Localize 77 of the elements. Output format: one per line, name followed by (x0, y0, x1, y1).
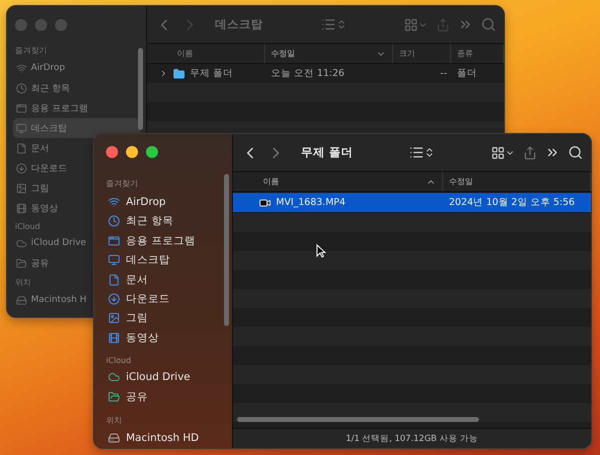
sidebar-item[interactable]: 공유 (13, 253, 52, 273)
scrollbar-thumb[interactable] (224, 174, 229, 326)
table-cell-text: -- (439, 67, 448, 81)
sidebar-item[interactable]: AirDrop (104, 192, 170, 212)
sidebar-heading: 위치 (15, 277, 31, 288)
document-icon (16, 142, 27, 154)
column-header[interactable]: 크기 (393, 44, 451, 63)
status-text: 1/1 선택됨, 107.12GB 사용 가능 (346, 432, 478, 444)
column-header[interactable]: 이름 (147, 44, 265, 63)
table-cell-text: 오늘 오전 11:26 (270, 67, 346, 81)
sidebar-item[interactable]: Macintosh HD (104, 428, 203, 448)
folder-icon (16, 258, 27, 268)
monitor-icon (108, 254, 120, 266)
disclosure-icon[interactable] (159, 69, 168, 78)
sidebar-heading: iCloud (15, 222, 40, 231)
file-name: MVI_1683.MP4 (233, 193, 443, 212)
folder-icon (173, 68, 185, 80)
scrollbar-thumb[interactable] (237, 417, 479, 422)
sidebar-heading: 즐겨찾기 (106, 178, 138, 189)
sidebar-item[interactable]: 응용 프로그램 (13, 98, 91, 118)
download-icon (108, 292, 120, 305)
zoom-button[interactable] (146, 146, 158, 158)
sidebar-item[interactable]: 최근 항목 (104, 211, 178, 231)
window-title: 무제 폴더 (301, 145, 354, 160)
share-icon[interactable] (523, 146, 538, 160)
scrollbar-thumb[interactable] (138, 48, 143, 130)
sidebar-item[interactable]: 데스크탑 (104, 250, 174, 270)
sidebar-heading: iCloud (106, 356, 132, 365)
film-icon (108, 332, 120, 344)
sidebar-item[interactable]: 다운로드 (13, 158, 70, 178)
grid-icon[interactable] (491, 146, 506, 160)
clock-icon (16, 82, 27, 94)
apps-icon (16, 102, 27, 114)
sidebar-item[interactable]: iCloud Drive (104, 368, 194, 388)
sidebar-item[interactable]: 문서 (104, 270, 152, 290)
list-view-icon[interactable] (409, 145, 424, 160)
film-icon (16, 202, 27, 214)
sidebar-item[interactable]: 공유 (104, 387, 152, 407)
share-icon[interactable] (436, 18, 450, 32)
sidebar-item[interactable]: 최근 항목 (13, 78, 73, 98)
video-file-icon (259, 196, 271, 208)
sidebar-item[interactable]: 문서 (13, 138, 52, 158)
column-header[interactable]: 수정일 (265, 44, 393, 63)
cloud-icon (108, 371, 120, 384)
download-icon (16, 162, 27, 174)
column-header[interactable]: 종류 (451, 44, 504, 63)
sidebar-item[interactable]: 응용 프로그램 (104, 230, 200, 250)
sidebar-item[interactable]: 다운로드 (104, 289, 174, 309)
close-button[interactable] (106, 146, 118, 158)
sidebar-item[interactable]: 그림 (104, 308, 152, 328)
column-header[interactable]: 수정일 (443, 172, 591, 191)
file-name: 무제 폴더 (147, 64, 265, 83)
sidebar-heading: 위치 (106, 414, 122, 426)
sidebar-item[interactable]: 그림 (13, 178, 52, 198)
image-icon (16, 182, 27, 194)
image-icon (108, 312, 120, 324)
cloud-icon (16, 238, 27, 248)
file-row[interactable]: MVI_1683.MP4 2024년 10월 2일 오후 5:56 (233, 193, 591, 212)
pointer-icon (316, 244, 326, 258)
sidebar-item[interactable]: 데스크탑 (13, 118, 140, 138)
column-header[interactable]: 이름 (233, 172, 443, 191)
sidebar-item[interactable]: 동영상 (13, 198, 61, 218)
document-icon (108, 274, 120, 286)
table-cell-text: 2024년 10월 2일 오후 5:56 (448, 196, 576, 210)
sidebar-heading: 즐겨찾기 (15, 45, 47, 56)
clock-icon (108, 215, 120, 228)
table-cell-text: 폴더 (456, 67, 478, 81)
search-icon[interactable] (568, 145, 584, 160)
folder-icon (108, 390, 120, 403)
window-title: 데스크탑 (215, 17, 263, 32)
sidebar-item[interactable]: Macintosh H (13, 290, 90, 310)
monitor-icon (16, 122, 27, 134)
sidebar-item[interactable]: 동영상 (104, 328, 163, 348)
sidebar-item[interactable]: AirDrop (13, 58, 68, 78)
sidebar-item[interactable]: iCloud Drive (13, 233, 90, 253)
minimize-button[interactable] (126, 146, 138, 158)
apps-icon (108, 234, 120, 247)
